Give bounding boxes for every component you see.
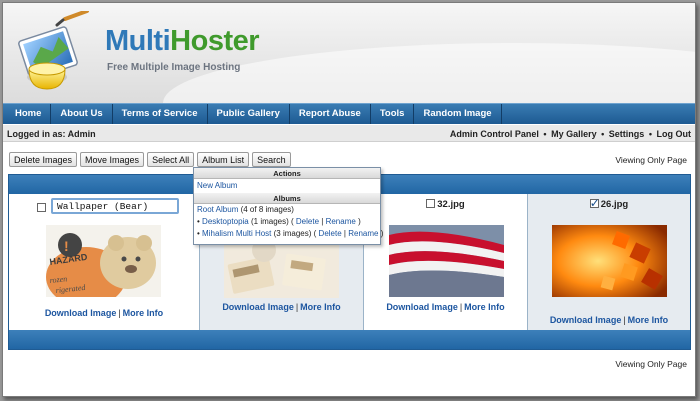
image-filename: 32.jpg — [437, 199, 465, 210]
new-album-link[interactable]: New Album — [197, 181, 237, 190]
albums-header: Albums — [194, 193, 380, 204]
image-links: Download Image | More Info — [9, 308, 199, 318]
download-image-link[interactable]: Download Image — [386, 302, 458, 312]
paint-palette-icon — [18, 11, 89, 90]
root-album-count: (4 of 8 images) — [240, 205, 294, 214]
image-checkbox[interactable] — [426, 199, 436, 208]
image-title-input[interactable] — [51, 198, 179, 214]
admin-control-panel-link[interactable]: Admin Control Panel — [450, 129, 539, 139]
my-gallery-link[interactable]: My Gallery — [551, 129, 597, 139]
image-thumbnail[interactable] — [389, 225, 504, 297]
album-list-dropdown: Actions New Album Albums Root Album (4 o… — [193, 167, 383, 245]
bullet-separator: • — [601, 129, 605, 139]
more-info-link[interactable]: More Info — [464, 302, 505, 312]
search-button[interactable]: Search — [252, 152, 291, 167]
close-paren: ) — [358, 217, 361, 226]
download-image-link[interactable]: Download Image — [222, 302, 294, 312]
nav-public-gallery[interactable]: Public Gallery — [208, 104, 290, 124]
move-images-button[interactable]: Move Images — [80, 152, 145, 167]
session-bar: Logged in as: Admin Admin Control Panel … — [3, 125, 695, 142]
delete-album-link[interactable]: Delete — [296, 217, 319, 226]
more-info-link[interactable]: More Info — [300, 302, 341, 312]
download-image-link[interactable]: Download Image — [45, 308, 117, 318]
viewing-only-page-top: Viewing Only Page — [615, 155, 687, 165]
site-header: MultiHoster Free Multiple Image Hosting — [3, 3, 695, 103]
more-info-link[interactable]: More Info — [123, 308, 164, 318]
brand-part-2: Hoster — [170, 25, 260, 57]
rename-album-link[interactable]: Rename — [348, 229, 378, 238]
tagline: Free Multiple Image Hosting — [107, 62, 241, 73]
separator: | — [343, 229, 346, 238]
album-list-button[interactable]: Album List — [197, 152, 250, 167]
delete-album-link[interactable]: Delete — [319, 229, 342, 238]
download-image-link[interactable]: Download Image — [550, 315, 622, 325]
nav-tools[interactable]: Tools — [371, 104, 415, 124]
more-info-link[interactable]: More Info — [628, 315, 669, 325]
nav-report-abuse[interactable]: Report Abuse — [290, 104, 371, 124]
bullet-separator: • — [648, 129, 652, 139]
nav-about-us[interactable]: About Us — [51, 104, 113, 124]
image-checkbox[interactable] — [37, 203, 46, 212]
dropdown-actions: New Album — [194, 179, 380, 193]
rename-album-link[interactable]: Rename — [326, 217, 356, 226]
image-links: Download Image | More Info — [200, 302, 363, 312]
separator: | — [321, 217, 324, 226]
album-count: (3 images) ( — [273, 229, 317, 238]
gallery-footer-bar — [9, 330, 690, 349]
logged-in-text: Logged in as: Admin — [7, 129, 96, 139]
image-checkbox-checked[interactable] — [589, 196, 600, 210]
image-links: Download Image | More Info — [364, 302, 527, 312]
nav-terms-of-service[interactable]: Terms of Service — [113, 104, 208, 124]
root-album-item: Root Album (4 of 8 images) — [194, 204, 380, 216]
album-count: (1 images) ( — [250, 217, 294, 226]
bullet: • — [197, 217, 200, 226]
album-item: • Mihalism Multi Host (3 images) ( Delet… — [194, 228, 383, 240]
album-item: • Desktoptopia (1 images) ( Delete | Ren… — [194, 216, 380, 228]
main-nav: Home About Us Terms of Service Public Ga… — [3, 103, 695, 124]
bullet-separator: • — [543, 129, 547, 139]
admin-links: Admin Control Panel • My Gallery • Setti… — [450, 129, 691, 139]
image-thumbnail[interactable]: ! HAZARD rozen rigerated — [46, 225, 161, 297]
site-logo[interactable]: MultiHoster — [105, 25, 260, 58]
select-all-button[interactable]: Select All — [147, 152, 195, 167]
image-thumbnail[interactable] — [552, 225, 667, 297]
image-cell: 32.jpg Download Image | More Info — [364, 194, 528, 330]
actions-header: Actions — [194, 168, 380, 179]
image-cell: ! HAZARD rozen rigerated Download Image|… — [9, 194, 200, 330]
delete-images-button[interactable]: Delete Images — [9, 152, 78, 167]
image-filename: 26.jpg — [600, 199, 629, 210]
nav-home[interactable]: Home — [3, 104, 52, 124]
browser-page: MultiHoster Free Multiple Image Hosting … — [2, 2, 696, 397]
album-link-desktoptopia[interactable]: Desktoptopia — [202, 217, 249, 226]
image-title: 26.jpg — [528, 196, 690, 210]
image-links: Download Image | More Info — [528, 315, 690, 325]
image-cell: 26.jpg Download I — [528, 194, 690, 330]
settings-link[interactable]: Settings — [609, 129, 645, 139]
nav-random-image[interactable]: Random Image — [414, 104, 502, 124]
close-paren: ) — [380, 229, 384, 238]
log-out-link[interactable]: Log Out — [657, 129, 692, 139]
album-link-mihalism-multi-host[interactable]: Mihalism Multi Host — [202, 229, 271, 238]
gallery-toolbar: Delete Images Move Images Select All Alb… — [9, 152, 291, 167]
viewing-only-page-bottom: Viewing Only Page — [615, 359, 687, 369]
image-title: 32.jpg — [364, 199, 527, 210]
brand-part-1: Multi — [105, 25, 171, 57]
root-album-link[interactable]: Root Album — [197, 205, 238, 214]
bullet: • — [197, 229, 200, 238]
